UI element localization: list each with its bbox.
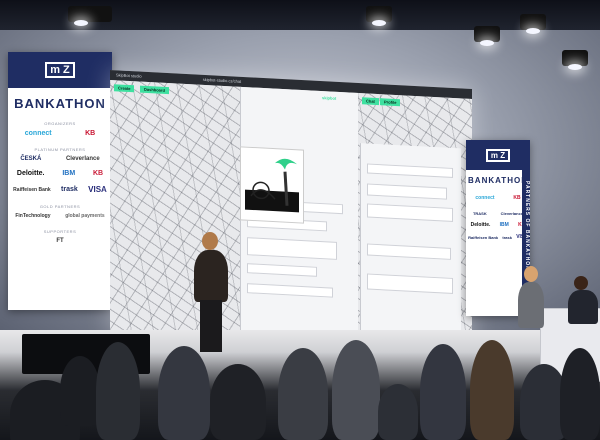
sponsor-row-2: ČESKÁ Cleverlance xyxy=(8,156,112,162)
chat-message xyxy=(367,203,453,222)
audience-member xyxy=(96,342,140,440)
audience-member xyxy=(210,364,266,440)
stage-light-2 xyxy=(366,6,392,26)
sponsor-logo: Raiffeisen Bank xyxy=(468,234,499,240)
audience-member xyxy=(560,348,600,440)
audience-member xyxy=(378,384,418,440)
banner-header: m Z xyxy=(466,140,530,170)
banner-title: BANKATHON xyxy=(468,176,528,185)
chat-message xyxy=(367,183,447,200)
chat-message xyxy=(247,237,337,260)
sponsor-logo: KB xyxy=(513,195,521,201)
stage-light-1 xyxy=(68,6,112,26)
presenter-shirt xyxy=(518,282,544,328)
audience-member xyxy=(60,356,100,426)
category-gold: Gold Partners xyxy=(39,204,81,209)
sponsor-logo: trask xyxy=(61,186,78,193)
audience-member xyxy=(332,340,380,440)
presenter-head xyxy=(574,276,588,290)
speaker-legs xyxy=(200,300,222,352)
illustration-card xyxy=(240,146,304,224)
sponsor-row-6: FT xyxy=(8,238,112,244)
conference-stage-photo: m Z BANKATHON Organizers connect KB Plat… xyxy=(0,0,600,440)
sponsor-logo: connect xyxy=(24,130,52,137)
chat-message xyxy=(367,273,453,294)
audience-member xyxy=(470,340,514,440)
sponsor-logo: FT xyxy=(56,238,64,244)
sponsor-logo: Deloitte. xyxy=(16,170,45,177)
url-text: skipbot-studio.cz/chat xyxy=(202,76,242,84)
sponsor-logo: TRASK xyxy=(472,211,487,216)
category-organizer: Organizers xyxy=(44,121,76,126)
sponsor-logo: FinTechnology xyxy=(15,213,51,219)
sponsor-row-1: connect KB xyxy=(466,195,530,201)
presenter-shirt xyxy=(568,290,598,324)
sponsor-logo: KB xyxy=(92,170,104,177)
stage-light-4 xyxy=(520,14,546,34)
chat-panel-right xyxy=(360,143,461,351)
brand-logo: m Z xyxy=(485,148,511,162)
banner-header: m Z xyxy=(8,52,112,88)
presenter-head xyxy=(524,266,538,282)
sponsor-logo: IBM xyxy=(499,222,509,228)
sponsor-logo: Deloitte. xyxy=(470,222,491,228)
sponsor-logo: Cleverlance xyxy=(65,156,100,162)
sponsor-row-5: FinTechnology global payments xyxy=(8,213,112,219)
sponsor-logo: ČESKÁ xyxy=(20,156,42,162)
chat-message xyxy=(247,283,333,298)
chip-create[interactable]: Create xyxy=(114,84,135,93)
audience-member xyxy=(420,344,466,440)
chip-chat[interactable]: Chat xyxy=(362,97,379,106)
chip-dashboard[interactable]: Dashboard xyxy=(140,85,169,95)
sponsor-row-2: TRASK Cleverlance xyxy=(466,211,530,216)
chat-message xyxy=(367,243,451,260)
category-supporters: Supporters xyxy=(43,229,77,234)
chat-message xyxy=(367,163,453,178)
sponsor-logo: IBM xyxy=(62,170,76,177)
sponsor-row-1: connect KB xyxy=(8,130,112,137)
stage-light-5 xyxy=(562,50,588,70)
sponsor-logo: trask xyxy=(502,234,512,240)
sponsor-row-4: Raiffeisen Bank trask VISA xyxy=(8,185,112,194)
sponsor-logo: connect xyxy=(475,195,495,201)
sponsor-logo: VISA xyxy=(88,185,107,194)
chat-message xyxy=(247,263,317,277)
left-sponsor-banner: m Z BANKATHON Organizers connect KB Plat… xyxy=(8,52,112,310)
chip-profile[interactable]: Profile xyxy=(380,98,401,107)
sponsor-logo: KB xyxy=(85,130,96,137)
sponsor-row-4: Raiffeisen Bank trask VISA xyxy=(466,234,530,240)
sponsor-logo: Raiffeisen Bank xyxy=(13,186,51,193)
speaker-head xyxy=(202,232,218,250)
sponsor-row-3: Deloitte. IBM KB xyxy=(8,170,112,177)
speaker-jacket xyxy=(194,250,228,302)
palm-tree-illustration xyxy=(245,158,299,213)
brand-logo: m Z xyxy=(45,62,75,78)
stage-light-3 xyxy=(474,26,500,46)
audience-member xyxy=(158,346,210,440)
sponsor-logo: global payments xyxy=(65,213,105,219)
sponsor-logo: Cleverlance xyxy=(500,211,524,216)
window-title: SkipBot studio xyxy=(116,72,142,79)
brand-label: skipbot xyxy=(322,95,337,101)
audience-member xyxy=(278,348,328,440)
banner-title: BANKATHON xyxy=(14,96,106,111)
category-platinum: Platinum Partners xyxy=(34,147,86,152)
sponsor-row-3: Deloitte. IBM KB xyxy=(466,222,530,228)
